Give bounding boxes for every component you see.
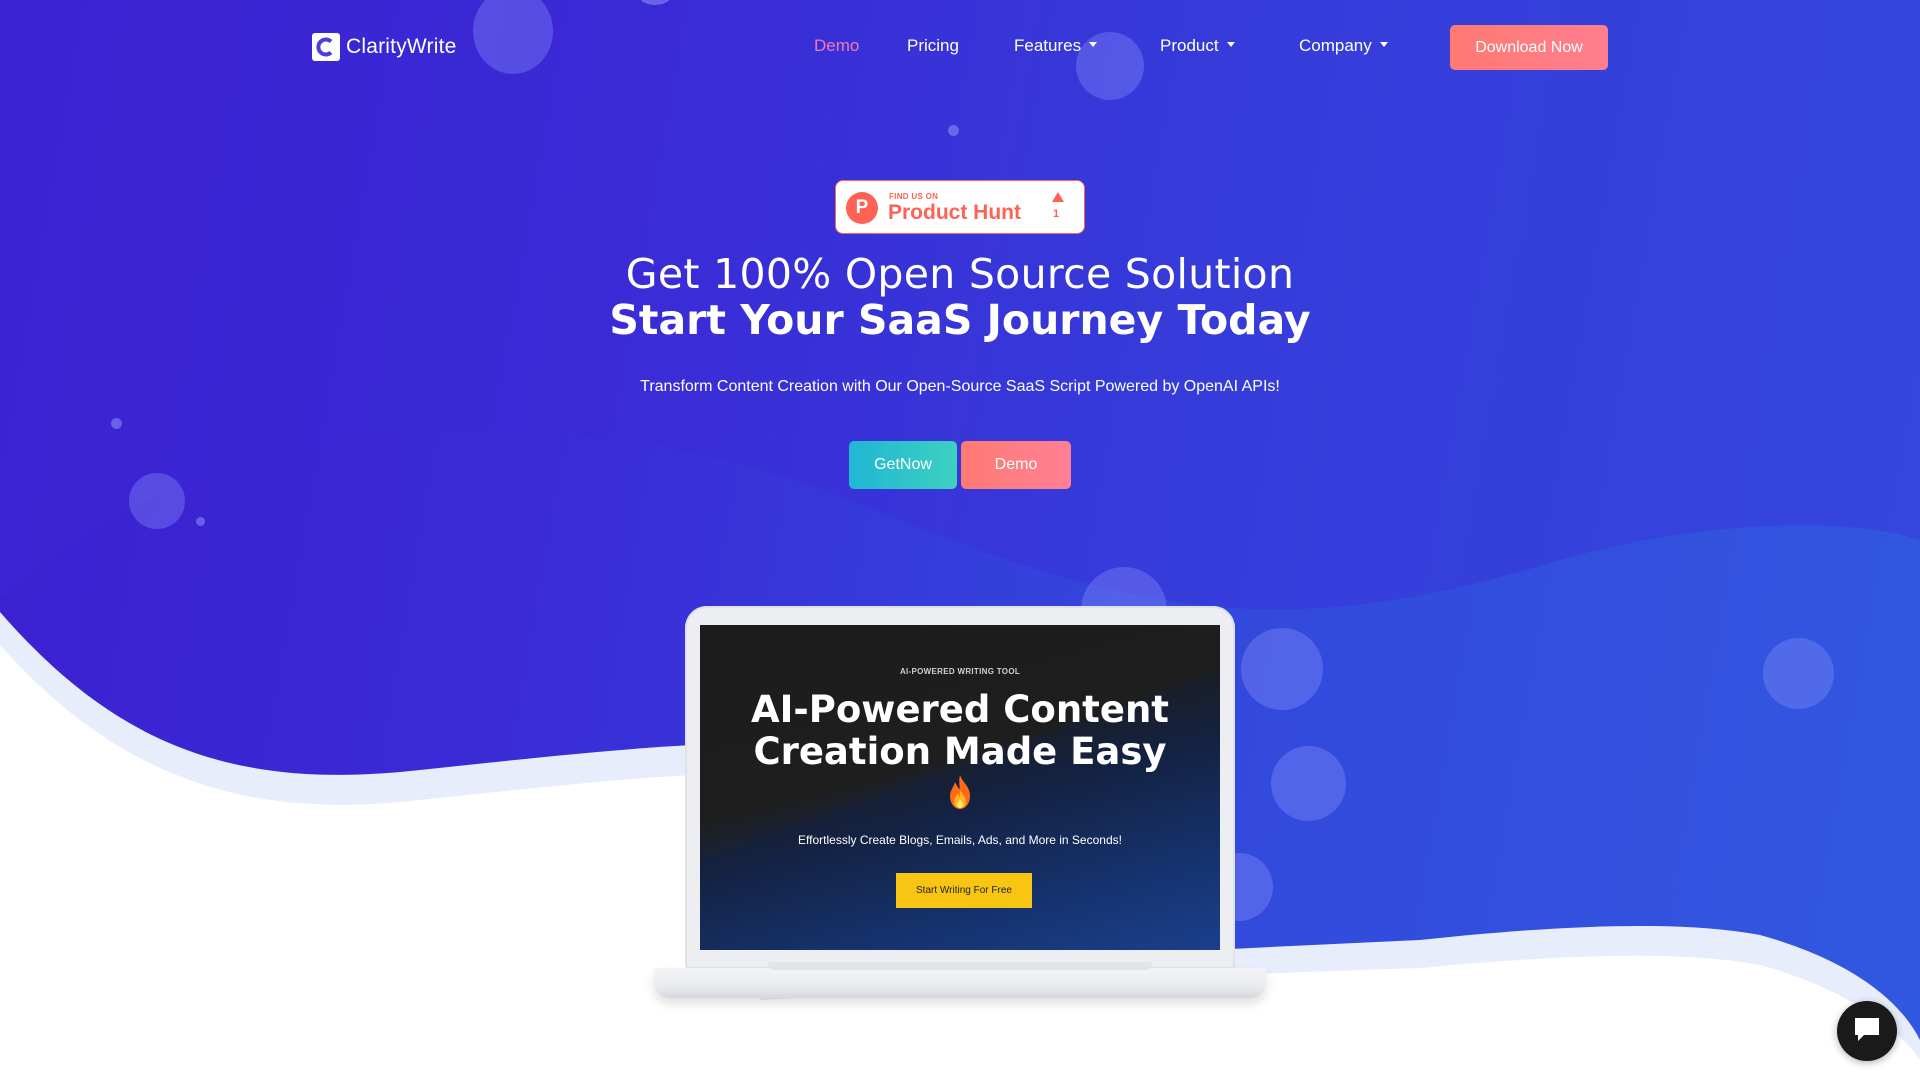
product-hunt-logo-icon: P (846, 192, 878, 224)
laptop-mockup-base (654, 968, 1266, 998)
upvote-arrow-icon (1052, 192, 1064, 202)
laptop-mockup-notch (768, 962, 1152, 970)
get-now-button[interactable]: GetNow (849, 441, 957, 489)
nav-item-demo[interactable]: Demo (814, 36, 859, 56)
product-hunt-badge[interactable]: P FIND US ON Product Hunt 1 (835, 180, 1085, 234)
caret-down-icon (1226, 41, 1235, 47)
chat-icon (1852, 1015, 1882, 1048)
decorative-bubble (948, 125, 959, 136)
claritywrite-logo-icon (312, 33, 340, 61)
fire-icon (947, 774, 973, 810)
nav-item-label: Pricing (907, 36, 959, 55)
badge-title: Product Hunt (888, 201, 1021, 224)
nav-item-features[interactable]: Features (1014, 36, 1098, 56)
nav-item-company[interactable]: Company (1299, 36, 1388, 56)
nav-item-label: Product (1160, 36, 1219, 55)
hero-subtext: Transform Content Creation with Our Open… (640, 378, 1280, 395)
decorative-bubble (1241, 628, 1323, 710)
decorative-bubble (111, 418, 122, 429)
caret-down-icon (1089, 41, 1098, 47)
laptop-screen-preview: AI-POWERED WRITING TOOL AI-Powered Conte… (700, 625, 1220, 950)
upvote-count: 1 (1053, 208, 1060, 220)
nav-item-pricing[interactable]: Pricing (907, 36, 959, 56)
top-navigation: ClarityWrite Demo Pricing Features Produ… (0, 0, 1920, 95)
caret-down-icon (1379, 41, 1388, 47)
decorative-bubble (1763, 638, 1834, 709)
brand-name: ClarityWrite (346, 35, 457, 58)
decorative-bubble (1271, 746, 1346, 821)
screen-title: AI-Powered Content Creation Made Easy (750, 688, 1169, 773)
decorative-bubble (196, 517, 205, 526)
nav-item-label: Features (1014, 36, 1082, 55)
nav-item-label: Company (1299, 36, 1372, 55)
badge-small-text: FIND US ON (889, 192, 939, 201)
download-now-button[interactable]: Download Now (1450, 25, 1608, 70)
chat-widget-button[interactable] (1837, 1001, 1897, 1061)
hero-headline-line1: Get 100% Open Source Solution (625, 250, 1295, 298)
screen-subtitle: Effortlessly Create Blogs, Emails, Ads, … (798, 833, 1122, 847)
decorative-bubble (129, 473, 185, 529)
demo-button[interactable]: Demo (961, 441, 1071, 489)
hero-headline-line2: Start Your SaaS Journey Today (609, 296, 1311, 344)
brand-logo[interactable]: ClarityWrite (312, 33, 457, 61)
nav-item-product[interactable]: Product (1160, 36, 1235, 56)
screen-kicker: AI-POWERED WRITING TOOL (899, 667, 1021, 676)
nav-item-label: Demo (814, 36, 860, 55)
start-writing-button: Start Writing For Free (896, 873, 1032, 908)
